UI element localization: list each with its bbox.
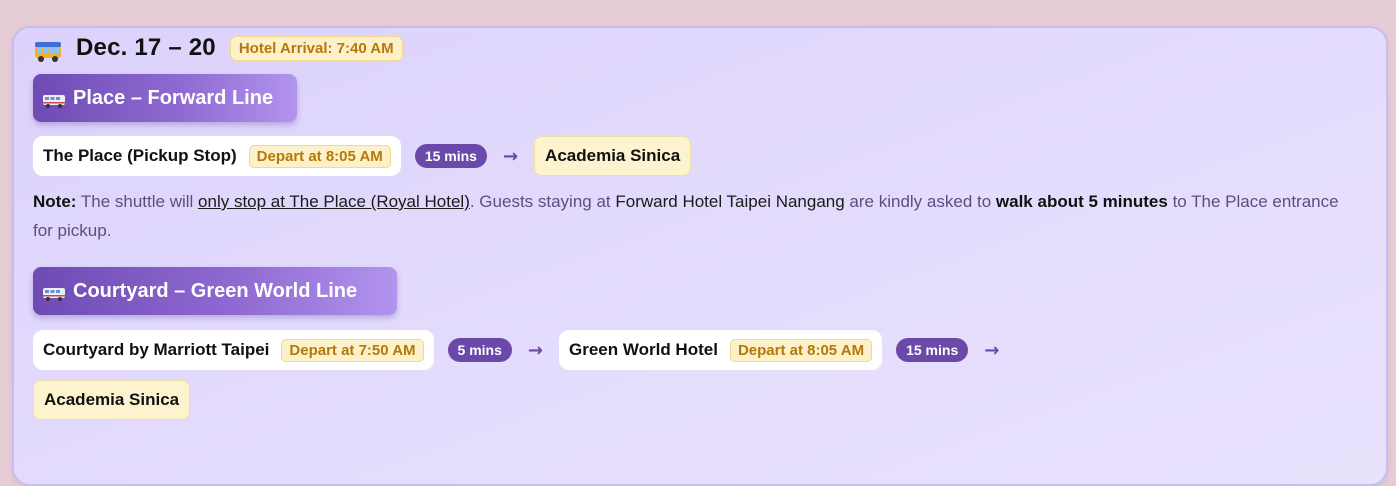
hotel-arrival-badge: Hotel Arrival: 7:40 AM <box>229 35 403 61</box>
note-text: are kindly asked to <box>844 192 996 211</box>
line-header-forward: Place – Forward Line <box>33 74 297 122</box>
schedule-header: Dec. 17 – 20 Hotel Arrival: 7:40 AM <box>34 34 403 62</box>
note-only-stop: only stop at The Place (Royal Hotel) <box>198 192 470 211</box>
stop-card: Courtyard by Marriott Taipei Depart at 7… <box>33 330 434 370</box>
bus-icon <box>43 284 65 301</box>
stop-name: The Place (Pickup Stop) <box>43 146 237 165</box>
pickup-note: Note: The shuttle will only stop at The … <box>33 187 1343 245</box>
line-title: Courtyard – Green World Line <box>73 279 358 302</box>
forward-route-row: The Place (Pickup Stop) Depart at 8:05 A… <box>33 136 692 176</box>
destination-card: Academia Sinica <box>33 380 191 420</box>
line-title: Place – Forward Line <box>73 86 274 109</box>
note-text: . Guests staying at <box>469 192 616 211</box>
note-walk-emphasis: walk about 5 minutes <box>995 192 1168 211</box>
travel-duration-pill: 15 mins <box>414 144 487 168</box>
courtyard-route-row: Courtyard by Marriott Taipei Depart at 7… <box>33 330 1003 370</box>
stop-card: Green World Hotel Depart at 8:05 AM <box>559 330 883 370</box>
arrow-right-icon: → <box>984 339 1000 361</box>
stop-name: Courtyard by Marriott Taipei <box>43 340 270 359</box>
destination-card: Academia Sinica <box>534 136 692 176</box>
line-header-courtyard: Courtyard – Green World Line <box>33 267 397 315</box>
depart-time-badge: Depart at 8:05 AM <box>248 144 391 168</box>
arrow-right-icon: → <box>527 339 543 361</box>
stop-name: Green World Hotel <box>569 340 718 359</box>
stop-card: The Place (Pickup Stop) Depart at 8:05 A… <box>33 136 401 176</box>
note-label: Note: <box>33 192 77 211</box>
depart-time-badge: Depart at 8:05 AM <box>729 338 873 362</box>
date-range-title: Dec. 17 – 20 <box>76 34 216 61</box>
travel-duration-pill: 5 mins <box>447 338 512 362</box>
arrow-right-icon: → <box>502 145 519 167</box>
note-hotel-name: Forward Hotel Taipei Nangang <box>615 192 845 211</box>
note-text: The shuttle will <box>76 192 199 211</box>
bus-icon <box>43 91 65 108</box>
travel-duration-pill: 15 mins <box>896 338 969 362</box>
courtyard-destination-row: Academia Sinica <box>33 380 191 420</box>
depart-time-badge: Depart at 7:50 AM <box>281 338 424 362</box>
bus-icon <box>34 40 62 62</box>
